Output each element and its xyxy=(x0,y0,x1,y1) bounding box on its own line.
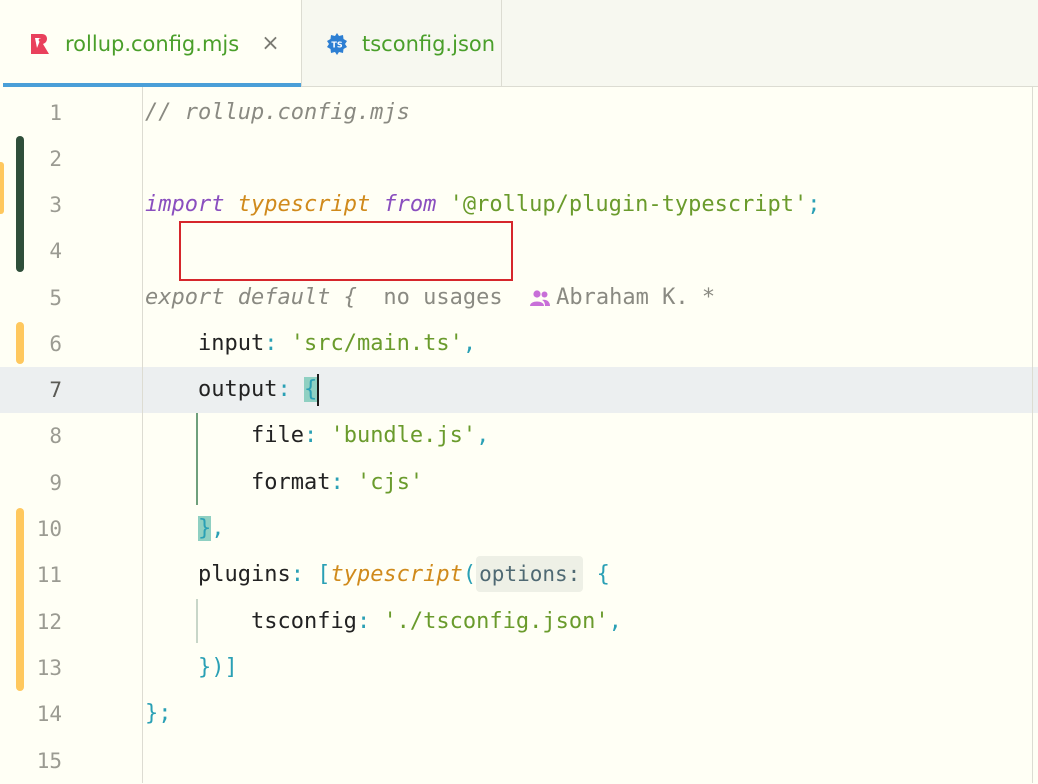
string-literal: 'cjs' xyxy=(356,470,424,495)
code-line: 2 xyxy=(0,136,1038,182)
vcs-added-marker[interactable] xyxy=(16,136,24,272)
line-number: 5 xyxy=(49,286,62,310)
line-number: 11 xyxy=(36,563,62,587)
author-icon xyxy=(530,290,551,306)
colon: : xyxy=(264,331,278,356)
code-line: 13 })] xyxy=(0,645,1038,691)
keyword-from: from xyxy=(383,192,437,217)
brace: { xyxy=(596,562,610,587)
code-line: 12 tsconfig: './tsconfig.json', xyxy=(0,599,1038,645)
code-line: 11 plugins: [typescript(options: { xyxy=(0,552,1038,598)
colon: : xyxy=(290,562,304,587)
string-literal: 'bundle.js' xyxy=(330,423,477,448)
line-number: 13 xyxy=(36,656,62,680)
comma: , xyxy=(211,516,225,541)
close-icon[interactable]: × xyxy=(261,32,279,55)
line-number: 3 xyxy=(49,193,62,217)
comment: // rollup.config.mjs xyxy=(145,100,410,125)
line-number: 9 xyxy=(49,471,62,495)
vcs-modified-marker[interactable] xyxy=(0,162,4,214)
code-line: 6 input: 'src/main.ts', xyxy=(0,321,1038,367)
line-number: 10 xyxy=(36,517,62,541)
comma: , xyxy=(476,423,490,448)
line-number: 6 xyxy=(49,332,62,356)
property-key: input xyxy=(197,331,265,356)
text-cursor xyxy=(317,374,320,406)
identifier-typescript: typescript xyxy=(237,192,371,217)
indent-guide xyxy=(196,599,198,643)
paren: ( xyxy=(462,562,477,587)
colon: : xyxy=(356,609,371,634)
matched-brace: } xyxy=(197,516,212,541)
line-number: 14 xyxy=(36,702,62,726)
comma: , xyxy=(608,609,622,634)
code-line: 1 // rollup.config.mjs xyxy=(0,90,1038,136)
line-number: 7 xyxy=(49,378,62,402)
line-number: 2 xyxy=(49,147,62,171)
line-number: 1 xyxy=(49,101,62,125)
usages-hint[interactable]: no usages xyxy=(383,285,502,310)
tab-label: rollup.config.mjs xyxy=(65,31,240,56)
annotation-highlight-box xyxy=(179,221,513,281)
function-call: typescript xyxy=(330,562,463,587)
gutter-border xyxy=(142,87,143,783)
code-line: 5 export default { no usages Abraham K. … xyxy=(0,275,1038,321)
keyword-import: import xyxy=(145,192,225,217)
closing-brace: }; xyxy=(145,701,172,726)
tab-tsconfig[interactable]: TS tsconfig.json xyxy=(302,0,502,87)
author-hint[interactable]: Abraham K. * xyxy=(556,285,715,310)
code-line: 4 xyxy=(0,228,1038,274)
string-literal: 'src/main.ts' xyxy=(290,331,463,356)
string-literal: './tsconfig.json' xyxy=(383,609,609,634)
string-literal: '@rollup/plugin-typescript' xyxy=(449,192,808,217)
colon: : xyxy=(277,377,291,402)
parameter-hint: options: xyxy=(476,556,584,592)
line-number: 8 xyxy=(49,424,62,448)
editor-tab-bar: rollup.config.mjs × TS tsconfig.json xyxy=(0,0,1038,87)
code-editor[interactable]: 1 // rollup.config.mjs 2 3 import typesc… xyxy=(0,87,1038,783)
code-line: 15 xyxy=(0,738,1038,784)
colon: : xyxy=(330,470,344,495)
property-key: output xyxy=(197,377,278,402)
rollup-icon xyxy=(31,33,49,54)
bracket: [ xyxy=(317,562,331,587)
code-line: 14 }; xyxy=(0,691,1038,737)
keyword-export-default: export default { xyxy=(145,285,357,310)
line-number: 15 xyxy=(36,749,62,773)
property-key: tsconfig xyxy=(250,609,357,634)
vcs-modified-marker[interactable] xyxy=(16,322,24,364)
semicolon: ; xyxy=(807,192,821,217)
vcs-modified-marker[interactable] xyxy=(16,508,24,691)
closing-brackets: })] xyxy=(197,655,238,680)
comma: , xyxy=(462,331,477,356)
colon: : xyxy=(303,423,318,448)
code-line: 3 import typescript from '@rollup/plugin… xyxy=(0,182,1038,228)
property-key: plugins xyxy=(197,562,291,587)
matched-brace: { xyxy=(303,377,318,402)
tab-rollup-config[interactable]: rollup.config.mjs × xyxy=(0,0,302,87)
property-key: format xyxy=(250,470,331,495)
code-line: 9 format: 'cjs' xyxy=(0,460,1038,506)
line-number: 12 xyxy=(36,610,62,634)
indent-guide xyxy=(196,413,198,505)
property-key: file xyxy=(250,423,304,448)
tab-label: tsconfig.json xyxy=(362,31,496,56)
svg-text:TS: TS xyxy=(331,40,342,49)
typescript-config-icon: TS xyxy=(327,32,347,55)
code-line-current: 7 output: { xyxy=(0,367,1038,413)
code-line: 10 }, xyxy=(0,506,1038,552)
editor-right-border xyxy=(1032,87,1033,783)
line-number: 4 xyxy=(49,239,62,263)
code-line: 8 file: 'bundle.js', xyxy=(0,413,1038,459)
